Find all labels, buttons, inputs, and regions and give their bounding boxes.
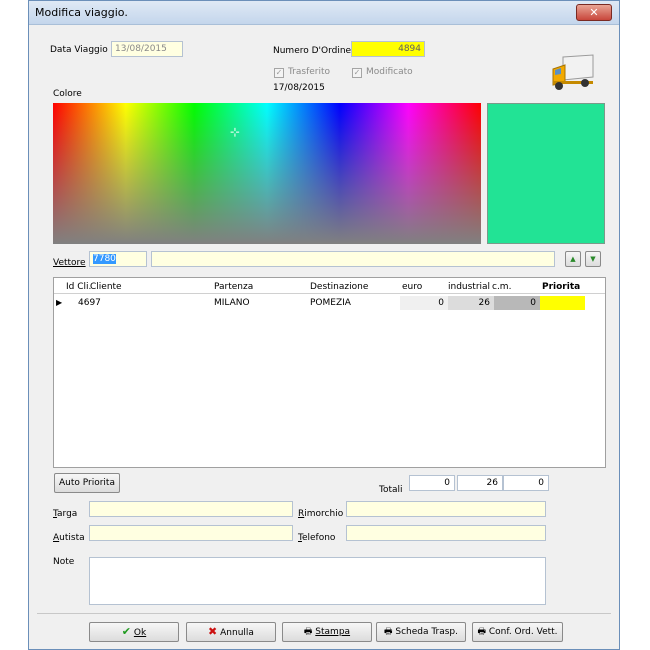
footer-divider (37, 613, 611, 614)
date-text: 17/08/2015 (273, 83, 325, 93)
telefono-field[interactable] (346, 525, 546, 541)
arrow-up-button[interactable]: ▲ (565, 251, 581, 267)
col-header-industrial[interactable]: industrial (448, 282, 490, 292)
truck-icon (552, 54, 594, 90)
rimorchio-label-text: imorchio (304, 509, 344, 519)
ok-button[interactable]: ✔ Ok (89, 622, 179, 642)
note-field[interactable] (89, 557, 546, 605)
header-divider (54, 293, 605, 294)
autista-field[interactable] (89, 525, 293, 541)
table-row[interactable]: ▶ 4697 MILANO POMEZIA 0 26 0 (54, 296, 605, 310)
conf-ord-vett-button[interactable]: 🖶 Conf. Ord. Vett. (472, 622, 563, 642)
data-viaggio-label: Data Viaggio (50, 45, 108, 55)
modificato-label: Modificato (366, 67, 413, 77)
col-header-id[interactable]: Id Cli. (66, 282, 91, 292)
row-pointer-icon: ▶ (56, 298, 63, 307)
printer-icon: 🖶 (383, 627, 393, 637)
trasferito-label: Trasferito (288, 67, 331, 77)
telefono-label-text: elefono (301, 533, 336, 543)
col-header-cm[interactable]: c.m. (492, 282, 511, 292)
cell-cm: 0 (494, 296, 540, 310)
cell-industrial: 26 (448, 296, 494, 310)
window-title: Modifica viaggio. (35, 6, 128, 19)
printer-icon: 🖶 (303, 627, 313, 637)
trips-table: Id Cli. Cliente Partenza Destinazione eu… (53, 277, 606, 468)
arrow-up-icon: ▲ (570, 255, 576, 263)
data-viaggio-field[interactable]: 13/08/2015 (111, 41, 183, 57)
totali-label: Totali (379, 485, 403, 495)
dialog-window: Modifica viaggio. ✕ Data Viaggio 13/08/2… (28, 0, 620, 650)
cell-partenza: MILANO (214, 298, 250, 308)
conf-button-label: Conf. Ord. Vett. (488, 627, 558, 637)
colore-label: Colore (53, 89, 82, 99)
title-bar: Modifica viaggio. ✕ (29, 1, 619, 25)
telefono-label: Telefono (298, 533, 336, 543)
ok-check-icon: ✔ (121, 625, 132, 638)
modificato-checkbox[interactable]: ✓ (352, 68, 362, 78)
cell-euro: 0 (400, 296, 448, 310)
targa-field[interactable] (89, 501, 293, 517)
annulla-button[interactable]: ✖ Annulla (186, 622, 276, 642)
numero-ordine-label: Numero D'Ordine (273, 46, 352, 56)
ok-button-label: Ok (133, 628, 147, 638)
scheda-trasp-button[interactable]: 🖶 Scheda Trasp. (376, 622, 466, 642)
rimorchio-field[interactable] (346, 501, 546, 517)
note-label: Note (53, 557, 75, 567)
col-header-partenza[interactable]: Partenza (214, 282, 253, 292)
annulla-button-label: Annulla (220, 628, 254, 638)
col-header-priorita[interactable]: Priorita (542, 282, 580, 292)
color-spectrum[interactable]: ⊹ (53, 103, 481, 244)
cancel-x-icon: ✖ (208, 625, 218, 638)
scheda-button-label: Scheda Trasp. (395, 627, 459, 637)
stampa-button-label: Stampa (315, 627, 351, 637)
autista-label-text: utista (59, 533, 85, 543)
targa-label: Targa (53, 509, 78, 519)
color-preview (487, 103, 605, 244)
autista-label: Autista (53, 533, 85, 543)
vettore-code-text: 7780 (93, 254, 116, 264)
trasferito-checkbox[interactable]: ✓ (274, 68, 284, 78)
vettore-code-field[interactable]: 7780 (89, 251, 147, 267)
stampa-button[interactable]: 🖶 Stampa (282, 622, 372, 642)
vettore-label: Vettore (53, 258, 86, 268)
auto-priorita-button[interactable]: Auto Priorita (54, 473, 120, 493)
targa-label-text: arga (57, 509, 78, 519)
col-header-destinazione[interactable]: Destinazione (310, 282, 368, 292)
arrow-down-icon: ▼ (590, 255, 596, 263)
close-button[interactable]: ✕ (576, 4, 612, 21)
arrow-down-button[interactable]: ▼ (585, 251, 601, 267)
vettore-name-field[interactable] (151, 251, 555, 267)
printer-icon: 🖶 (477, 627, 486, 637)
col-header-cliente[interactable]: Cliente (90, 282, 122, 292)
col-header-euro[interactable]: euro (402, 282, 422, 292)
totale-industrial: 26 (457, 475, 503, 491)
totale-euro: 0 (409, 475, 455, 491)
rimorchio-label: Rimorchio (298, 509, 344, 519)
cell-priorita (540, 296, 585, 310)
numero-ordine-field[interactable]: 4894 (351, 41, 425, 57)
crosshair-icon: ⊹ (230, 125, 241, 139)
totale-cm: 0 (503, 475, 549, 491)
cell-id: 4697 (78, 298, 101, 308)
cell-destinazione: POMEZIA (310, 298, 351, 308)
